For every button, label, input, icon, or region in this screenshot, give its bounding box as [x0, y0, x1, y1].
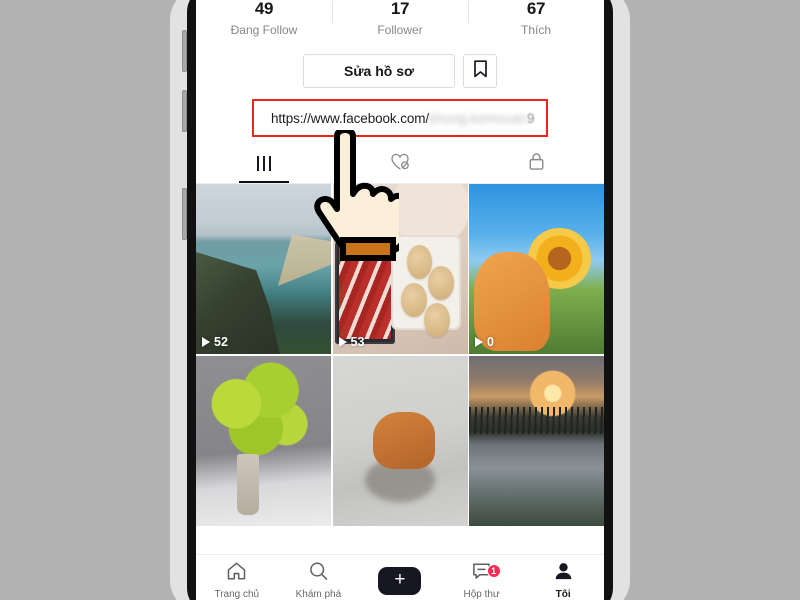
tab-active-underline — [239, 181, 289, 183]
profile-link-field[interactable]: https://www.facebook.com/khong.kemxuan9 — [252, 99, 548, 137]
nav-label-profile: Tôi — [555, 588, 571, 600]
stat-followers-number: 17 — [390, 0, 410, 18]
tab-videos[interactable] — [196, 144, 332, 183]
stat-likes-label: Thích — [520, 23, 551, 37]
video-thumbnail[interactable]: 52 — [196, 184, 331, 354]
stat-following-number: 49 — [254, 0, 274, 18]
video-thumbnail[interactable]: 53 — [332, 184, 468, 354]
nav-item-inbox[interactable]: 1 Hộp thư — [441, 561, 523, 600]
home-icon — [226, 561, 247, 586]
video-thumbnail[interactable]: 0 — [469, 184, 604, 354]
nav-item-home[interactable]: Trang chủ — [196, 561, 278, 600]
search-icon — [308, 561, 329, 586]
plus-icon[interactable]: + — [374, 566, 426, 595]
view-count-value: 0 — [487, 335, 494, 349]
nav-label-inbox: Hộp thư — [463, 588, 500, 600]
profile-tabs — [196, 144, 604, 184]
view-count-value: 52 — [214, 335, 228, 349]
nav-label-home: Trang chủ — [214, 588, 260, 600]
edit-profile-button[interactable]: Sửa hồ sơ — [303, 54, 455, 88]
nav-item-create[interactable]: + — [359, 566, 441, 595]
video-thumbnail[interactable] — [469, 355, 604, 526]
nav-item-profile[interactable]: Tôi — [522, 561, 604, 600]
view-count: 0 — [475, 335, 494, 349]
tab-liked-private[interactable] — [332, 144, 468, 183]
stat-likes-number: 67 — [526, 0, 546, 18]
stat-following[interactable]: 49 Đang Follow — [196, 0, 332, 38]
view-count: 52 — [202, 335, 228, 349]
plus-glyph: + — [394, 569, 406, 590]
play-icon — [475, 337, 483, 347]
profile-icon — [553, 561, 574, 586]
bookmark-icon — [473, 59, 488, 83]
video-grid: 52 53 0 — [196, 184, 604, 526]
view-count: 53 — [338, 335, 365, 349]
bookmark-button[interactable] — [463, 54, 497, 88]
play-icon — [338, 337, 347, 347]
profile-link-text: https://www.facebook.com/khong.kemxuan9 — [271, 110, 535, 126]
stat-followers-label: Follower — [377, 23, 423, 37]
video-thumbnail[interactable] — [332, 355, 468, 526]
stat-followers[interactable]: 17 Follower — [332, 0, 468, 38]
nav-label-discover: Khám phá — [295, 588, 342, 600]
tab-private[interactable] — [468, 144, 604, 183]
heart-slash-icon — [390, 152, 410, 176]
profile-link-username-blurred: khong.kemxuan — [429, 110, 527, 126]
phone-screen: 49 Đang Follow 17 Follower 67 Thích Sửa … — [196, 0, 604, 600]
profile-actions: Sửa hồ sơ — [196, 54, 604, 88]
bottom-navigation: Trang chủ Khám phá + 1 Hộp thư Tôi — [196, 554, 604, 600]
stat-likes[interactable]: 67 Thích — [468, 0, 604, 38]
stat-following-label: Đang Follow — [230, 23, 298, 37]
video-thumbnail[interactable] — [196, 355, 331, 526]
inbox-badge: 1 — [486, 563, 501, 578]
lock-icon — [528, 152, 545, 176]
profile-stats: 49 Đang Follow 17 Follower 67 Thích — [196, 0, 604, 50]
grid-icon — [256, 156, 272, 171]
profile-link-trailing: 9 — [527, 110, 535, 126]
nav-item-discover[interactable]: Khám phá — [278, 561, 360, 600]
view-count-value: 53 — [350, 335, 365, 349]
profile-link-prefix: https://www.facebook.com/ — [271, 110, 430, 126]
play-icon — [202, 337, 210, 347]
